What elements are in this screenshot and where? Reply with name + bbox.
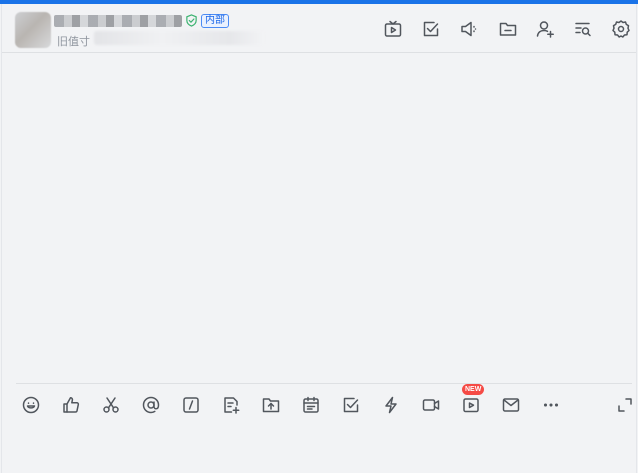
avatar[interactable] xyxy=(15,12,51,48)
announcement-icon[interactable] xyxy=(459,19,479,39)
search-history-icon[interactable] xyxy=(573,19,593,39)
expand-editor-icon[interactable] xyxy=(614,394,636,416)
emoji-icon[interactable] xyxy=(20,394,42,416)
settings-gear-icon[interactable] xyxy=(611,19,631,39)
internal-badge: 内部 xyxy=(201,14,229,28)
add-member-icon[interactable] xyxy=(535,19,555,39)
chat-window: 内部 旧值寸 NEW xyxy=(1,4,637,473)
chat-header: 内部 旧值寸 xyxy=(2,4,636,53)
lightning-icon[interactable] xyxy=(380,394,402,416)
mention-at-icon[interactable] xyxy=(140,394,162,416)
todo-check-icon[interactable] xyxy=(340,394,362,416)
video-play-icon[interactable]: NEW xyxy=(460,384,485,416)
chat-subtitle: 旧值寸 xyxy=(57,36,90,48)
upload-file-icon[interactable] xyxy=(260,394,282,416)
folder-icon[interactable] xyxy=(498,19,518,39)
calendar-icon[interactable] xyxy=(300,394,322,416)
subtitle-redacted xyxy=(94,31,264,45)
chat-name-redacted xyxy=(54,15,182,27)
thumbs-up-icon[interactable] xyxy=(60,394,82,416)
scissors-icon[interactable] xyxy=(100,394,122,416)
task-check-icon[interactable] xyxy=(421,19,441,39)
message-editor[interactable]: NEW xyxy=(16,383,632,473)
new-badge: NEW xyxy=(462,384,485,395)
mail-icon[interactable] xyxy=(500,394,522,416)
live-icon[interactable] xyxy=(383,19,403,39)
video-call-icon[interactable] xyxy=(420,394,442,416)
verified-shield-icon xyxy=(185,14,198,27)
new-doc-icon[interactable] xyxy=(220,394,242,416)
slash-command-icon[interactable] xyxy=(180,394,202,416)
more-dots-icon[interactable] xyxy=(540,394,562,416)
